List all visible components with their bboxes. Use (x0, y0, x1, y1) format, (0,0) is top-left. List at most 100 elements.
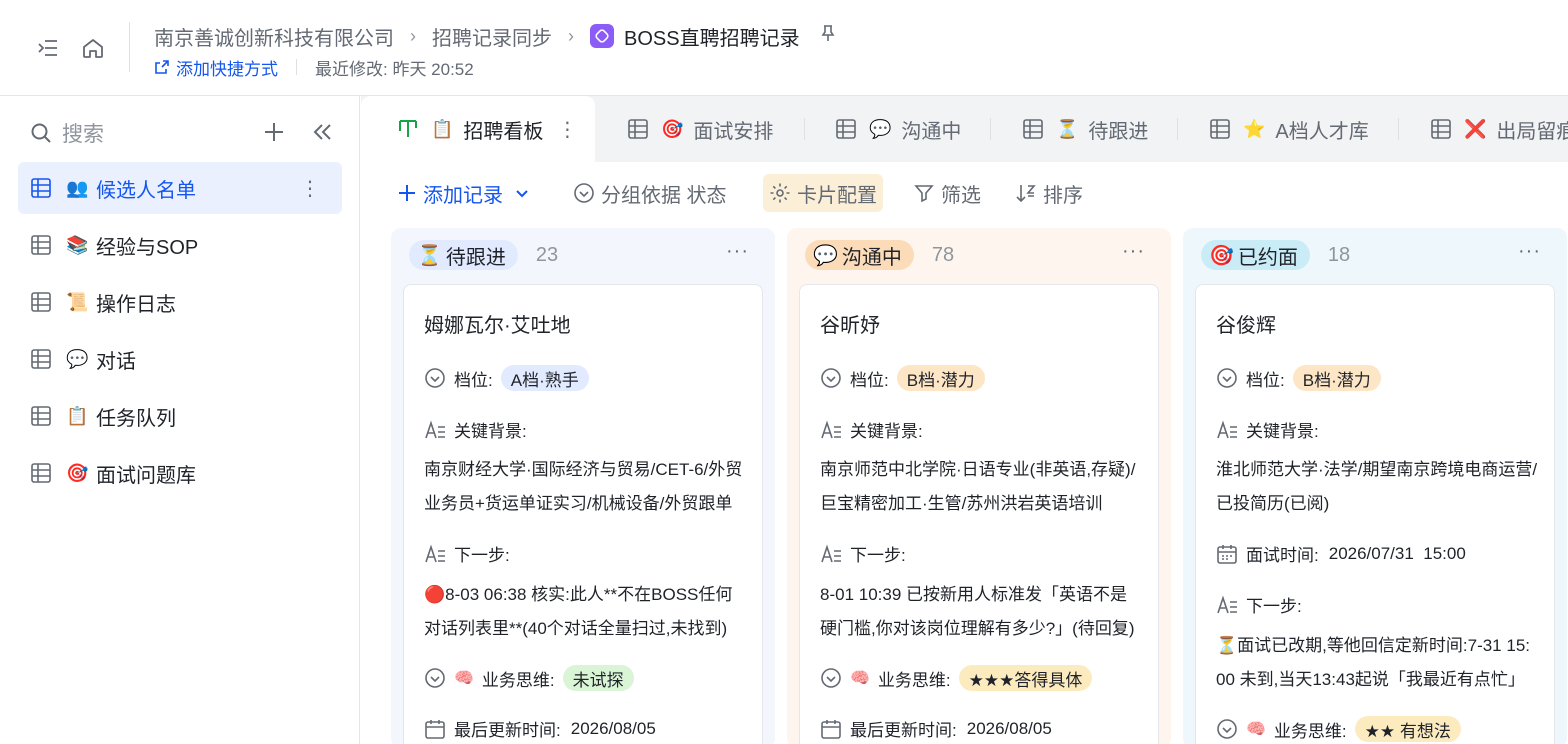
tab-more-icon[interactable]: ⋮ (557, 117, 577, 142)
sidebar-item-task-queue[interactable]: 📋 任务队列 (18, 390, 342, 442)
updated-field: 最后更新时间: 2026/08/05 (424, 716, 656, 741)
field-label: 面试时间: (1246, 546, 1319, 565)
column-header: ⏳ 待跟进 23 (409, 240, 558, 270)
field-label: 下一步: (1246, 597, 1302, 616)
sidebar-item-log[interactable]: 📜 操作日志 (18, 276, 342, 328)
background-text: 淮北师范大学·法学/期望南京跨境电商运营/已投简历(已阅) (1216, 460, 1538, 513)
header-divider (129, 22, 130, 72)
level-tag: B档·潜力 (896, 365, 985, 391)
group-by-button[interactable]: 分组依据 状态 (573, 174, 727, 212)
sidebar-item-candidates[interactable]: 👥 候选人名单 ⋮ (18, 162, 342, 214)
speech-bubble-icon: 💬 (813, 244, 838, 267)
business-thinking-field: 🧠 业务思维: ★★ 有想法 (1216, 716, 1461, 742)
tab-a-talent-pool[interactable]: ⭐ A档人才库 (1209, 96, 1369, 162)
header-subline: 添加快捷方式 最近修改: 昨天 20:52 (154, 55, 474, 79)
table-icon (31, 235, 51, 255)
field-label: 最后更新时间: (454, 721, 561, 740)
cross-mark-icon: ❌ (1464, 118, 1487, 139)
field-label: 下一步: (454, 546, 510, 565)
sidebar-item-dialog[interactable]: 💬 对话 (18, 333, 342, 385)
business-thinking-field: 🧠 业务思维: 未试探 (424, 665, 634, 691)
double-chevron-left-icon (313, 124, 331, 140)
add-record-label: 添加记录 (423, 184, 503, 207)
speech-bubble-icon: 💬 (869, 118, 892, 139)
add-shortcut-link[interactable]: 添加快捷方式 (154, 55, 278, 80)
interview-time-field: 面试时间: 2026/07/31 15:00 (1216, 541, 1466, 566)
tab-label: 招聘看板 (463, 120, 544, 143)
home-icon[interactable] (79, 34, 107, 62)
background-text: 南京财经大学·国际经济与贸易/CET-6/外贸业务员+货运单证实习/机械设备/外… (424, 460, 743, 513)
chevron-right-icon: › (410, 25, 416, 46)
table-icon (1430, 118, 1452, 140)
brain-icon: 🧠 (850, 670, 870, 687)
candidate-card[interactable]: 谷俊辉 档位: B档·潜力 关键背景: 淮北师范大学·法学/期望南京跨境电商运营… (1195, 284, 1555, 744)
level-tag: B档·潜力 (1292, 365, 1381, 391)
table-icon (835, 118, 857, 140)
tab-eliminated[interactable]: ❌ 出局留痕 (1430, 96, 1568, 162)
sidebar-item-label: 经验与SOP (96, 236, 199, 259)
tab-recruit-board[interactable]: 📋 招聘看板 ⋮ (361, 96, 596, 162)
sidebar-toggle-icon[interactable] (34, 34, 62, 62)
column-more-icon[interactable]: ··· (1518, 240, 1541, 263)
tab-divider (1398, 118, 1399, 140)
view-toolbar: 添加记录 分组依据 状态 卡片配置 筛选 排序 (361, 162, 1568, 226)
next-step-field: 下一步: (820, 541, 906, 566)
add-table-button[interactable] (262, 120, 286, 149)
tab-interview-schedule[interactable]: 🎯 面试安排 (627, 96, 773, 162)
text-field-icon (425, 419, 445, 438)
column-more-icon[interactable]: ··· (1122, 240, 1145, 263)
business-thinking-field: 🧠 业务思维: ★★★答得具体 (820, 665, 1093, 691)
breadcrumb-company[interactable]: 南京善诚创新科技有限公司 (154, 22, 394, 51)
kanban-board: ⏳ 待跟进 23 ··· 姆娜瓦尔·艾吐地 档位: A档·熟手 关键背景: 南京… (361, 226, 1568, 744)
business-thinking-tag: 未试探 (562, 665, 634, 691)
background-field: 关键背景: (820, 417, 923, 442)
sidebar-item-interview-questions[interactable]: 🎯 面试问题库 (18, 447, 342, 499)
sort-button[interactable]: 排序 (1015, 174, 1083, 212)
column-more-icon[interactable]: ··· (726, 240, 749, 263)
more-icon[interactable]: ⋮ (300, 176, 320, 201)
table-icon (31, 349, 51, 369)
filter-label: 筛选 (941, 184, 981, 207)
gear-icon (770, 183, 790, 203)
tab-label: 面试安排 (693, 120, 774, 143)
status-label: 已约面 (1237, 246, 1298, 269)
field-label: 最后更新时间: (850, 721, 957, 740)
clipboard-icon: 📋 (431, 118, 454, 139)
view-tabs: 📋 招聘看板 ⋮ 🎯 面试安排 💬 沟通中 ⏳ 待跟进 ⭐ A档人才库 ❌ 出局… (361, 96, 1568, 162)
candidate-card[interactable]: 谷昕妤 档位: B档·潜力 关键背景: 南京师范中北学院·日语专业(非英语,存疑… (799, 284, 1159, 744)
text-field-icon (1217, 419, 1237, 438)
sidebar-item-label: 对话 (96, 350, 136, 373)
sidebar: 搜索 👥 候选人名单 ⋮ 📚 经验与SOP 📜 操作日志 💬 对话 📋 任务队列… (0, 96, 360, 744)
sidebar-item-label: 任务队列 (96, 407, 176, 430)
kanban-icon (397, 118, 419, 140)
business-thinking-tag: ★★ 有想法 (1354, 716, 1461, 742)
filter-button[interactable]: 筛选 (913, 174, 981, 212)
candidate-card[interactable]: 姆娜瓦尔·艾吐地 档位: A档·熟手 关键背景: 南京财经大学·国际经济与贸易/… (403, 284, 763, 744)
candidate-name: 姆娜瓦尔·艾吐地 (424, 315, 571, 337)
people-icon: 👥 (66, 177, 89, 198)
collapse-sidebar-button[interactable] (310, 120, 334, 149)
card-config-button[interactable]: 卡片配置 (763, 174, 883, 212)
select-field-icon (425, 368, 445, 388)
base-app-icon (590, 24, 614, 48)
sidebar-search[interactable]: 搜索 (30, 118, 340, 148)
target-icon: 🎯 (661, 118, 684, 139)
sidebar-item-label: 面试问题库 (96, 464, 196, 487)
add-shortcut-label: 添加快捷方式 (176, 59, 278, 79)
sidebar-item-sop[interactable]: 📚 经验与SOP (18, 219, 342, 271)
tab-pending-followup[interactable]: ⏳ 待跟进 (1022, 96, 1148, 162)
status-pill: 🎯 已约面 (1201, 240, 1310, 270)
chevron-right-icon: › (568, 25, 574, 46)
pin-icon[interactable] (818, 23, 838, 49)
target-icon: 🎯 (1209, 244, 1234, 267)
page-title: BOSS直聘招聘记录 (624, 27, 800, 50)
breadcrumb-folder[interactable]: 招聘记录同步 (432, 22, 552, 51)
column-count: 23 (535, 243, 559, 266)
next-step-field: 下一步: (424, 541, 510, 566)
field-label: 下一步: (850, 546, 906, 565)
add-record-button[interactable]: 添加记录 (397, 174, 537, 212)
next-step-text: 🔴8-03 06:38 核实:此人**不在BOSS任何对话列表里**(40个对话… (424, 585, 733, 638)
tab-communicating[interactable]: 💬 沟通中 (835, 96, 961, 162)
top-header: 南京善诚创新科技有限公司 › 招聘记录同步 › BOSS直聘招聘记录 添加快捷方… (0, 0, 1568, 96)
search-input[interactable]: 搜索 (62, 118, 104, 148)
